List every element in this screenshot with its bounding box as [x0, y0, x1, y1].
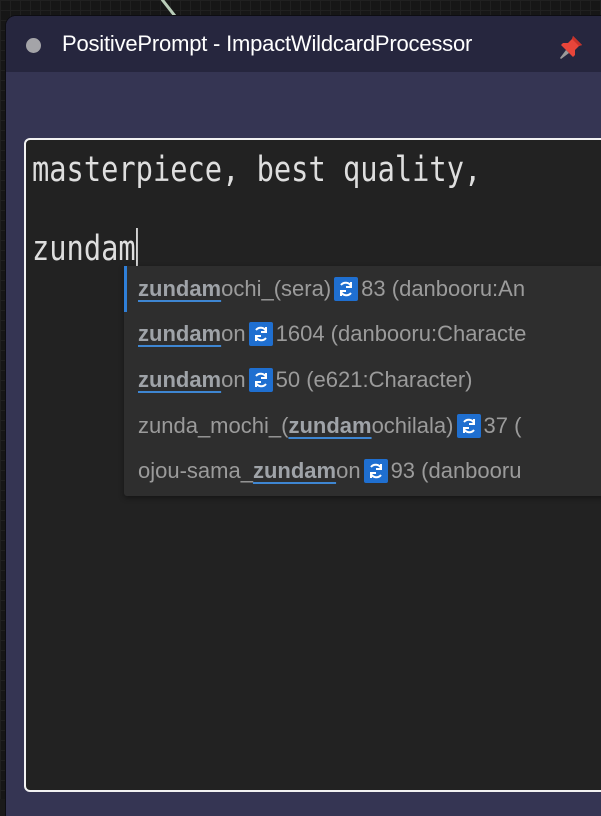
autocomplete-dropdown[interactable]: zundam ochi_(sera) 83 (danbooru:An zundam… [124, 266, 601, 496]
prompt-line-1: masterpiece, best quality, [32, 150, 482, 190]
autocomplete-count: 1604 (danbooru:Characte [275, 321, 527, 346]
autocomplete-count: 50 (e621:Character) [275, 367, 473, 392]
autocomplete-item-rest: on [221, 367, 246, 392]
refresh-icon[interactable] [334, 277, 359, 301]
autocomplete-item[interactable]: zundam on 1604 (danbooru:Characte [124, 311, 601, 357]
autocomplete-match: zundam [288, 413, 372, 438]
collapse-dot-icon[interactable] [26, 38, 41, 53]
autocomplete-item-rest: ochi_(sera) [221, 276, 332, 301]
autocomplete-item[interactable]: ojou-sama_ zundam on 93 (danbooru [124, 448, 601, 494]
autocomplete-item-prefix: zunda_mochi_( [138, 413, 289, 438]
refresh-icon[interactable] [363, 459, 388, 483]
autocomplete-match: zundam [138, 276, 222, 301]
autocomplete-count: 37 ( [483, 413, 522, 438]
refresh-icon[interactable] [248, 368, 273, 392]
autocomplete-item[interactable]: zunda_mochi_(zundam ochilala) 37 ( [124, 403, 601, 449]
autocomplete-count: 93 (danbooru [390, 458, 522, 483]
node-title: PositivePrompt - ImpactWildcardProcessor [62, 31, 473, 56]
autocomplete-item-prefix: ojou-sama_ [138, 458, 253, 483]
autocomplete-match: zundam [252, 458, 337, 483]
pin-icon[interactable] [558, 34, 584, 60]
autocomplete-match: zundam [138, 367, 222, 392]
autocomplete-match: zundam [138, 321, 222, 346]
prompt-line-2: zundam [32, 228, 139, 269]
refresh-icon[interactable] [456, 414, 481, 438]
autocomplete-item-rest: ochilala) [371, 413, 454, 438]
refresh-icon[interactable] [248, 322, 273, 346]
text-caret [136, 228, 139, 266]
autocomplete-item-rest: on [336, 458, 361, 483]
node-title-bar[interactable]: PositivePrompt - ImpactWildcardProcessor [6, 16, 601, 72]
autocomplete-item[interactable]: zundam ochi_(sera) 83 (danbooru:An [124, 266, 601, 312]
prompt-line-2-text: zundam [32, 229, 136, 269]
autocomplete-item-rest: on [221, 321, 246, 346]
autocomplete-item[interactable]: zundam on 50 (e621:Character) [124, 357, 601, 403]
autocomplete-count: 83 (danbooru:An [361, 276, 526, 301]
